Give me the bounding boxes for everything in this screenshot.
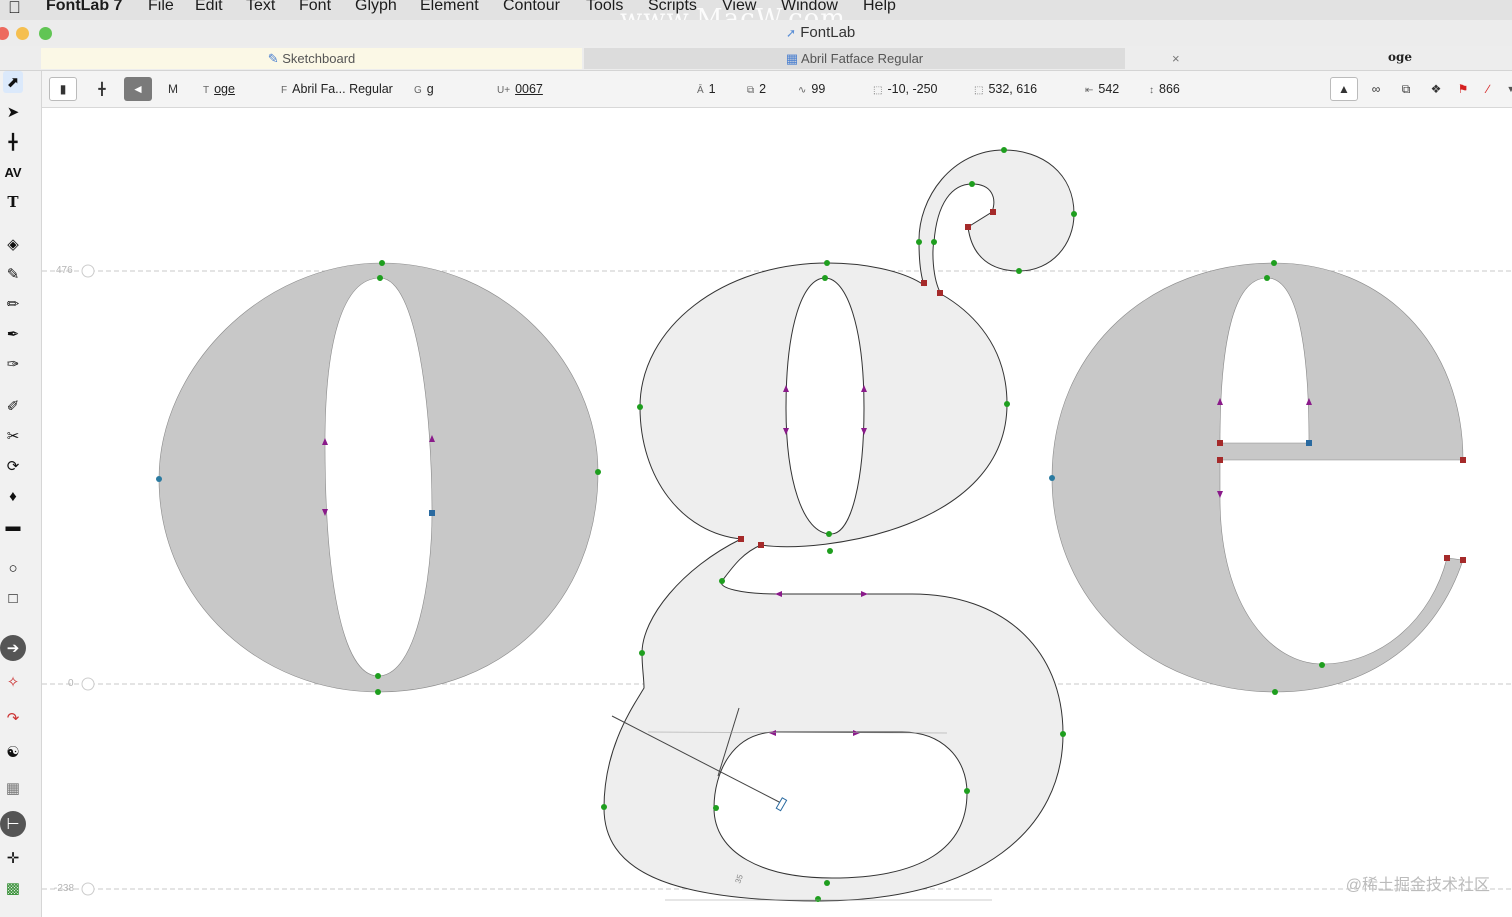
origin-icon: ⬚: [873, 85, 883, 96]
menu-glyph[interactable]: Glyph: [355, 0, 397, 15]
rapid-pen-icon[interactable]: ✑: [3, 353, 23, 375]
contours-count: ⧉ 2: [747, 82, 767, 96]
guide-tool-icon[interactable]: ⊢: [0, 811, 26, 837]
glyph-field[interactable]: Gg: [414, 82, 434, 96]
flag-icon[interactable]: ⚑: [1449, 77, 1477, 101]
menu-text[interactable]: Text: [246, 0, 275, 15]
height-field: ↕ 866: [1149, 82, 1180, 96]
glyph-e[interactable]: [1049, 260, 1466, 695]
text-field[interactable]: Toge: [203, 82, 235, 96]
juejin-watermark: @稀土掘金技术社区: [1345, 877, 1490, 894]
pencil-icon[interactable]: ✏: [3, 293, 23, 315]
eraser-icon[interactable]: ◈: [3, 233, 23, 255]
copy-icon[interactable]: ⧉: [1392, 77, 1420, 101]
advance-width-field[interactable]: ⇤ 542: [1085, 82, 1119, 96]
guide-lock-icon[interactable]: [81, 677, 95, 691]
size-icon: ⬚: [974, 85, 984, 96]
panel-toggle-icon[interactable]: ▮: [49, 77, 77, 101]
tab-font[interactable]: × ▦ Abril Fatface Regular: [584, 48, 1180, 69]
menu-font[interactable]: Font: [299, 0, 331, 15]
menu-app[interactable]: FontLab 7: [46, 0, 122, 15]
corner-tool-icon[interactable]: ↷: [3, 707, 23, 729]
tab-sketchboard[interactable]: ✎ Sketchboard: [41, 48, 582, 69]
scissors-icon[interactable]: ✂: [3, 425, 23, 447]
unicode-field[interactable]: U+ 0067: [497, 82, 543, 96]
bucket-icon[interactable]: ♦: [3, 485, 23, 507]
glyph-toolbar: ▮ ╋ ◄ M Toge F Abril Fa... Regular Gg U+ 0…: [41, 71, 1512, 108]
glyph-g[interactable]: 35: [601, 147, 1077, 902]
glyph-o[interactable]: [156, 260, 601, 695]
origin-field: ⬚ -10, -250: [873, 82, 938, 96]
menu-element[interactable]: Element: [420, 0, 479, 15]
kerning-mode-icon[interactable]: M: [159, 77, 187, 101]
glyph-preview: oge: [1387, 50, 1412, 64]
sidebearing-icon[interactable]: ◄: [124, 77, 152, 101]
kerning-icon[interactable]: AV: [3, 161, 23, 183]
baseline-label: 0: [68, 678, 74, 689]
glyph-canvas-svg[interactable]: 35: [42, 108, 1512, 917]
ellipse-icon[interactable]: ○: [3, 557, 23, 579]
grid-tab-icon: ▦: [785, 51, 799, 66]
menu-tools[interactable]: Tools: [586, 0, 623, 15]
title-bar: [0, 20, 1512, 46]
curve-tool-icon[interactable]: ➔: [0, 635, 26, 661]
menu-contour[interactable]: Contour: [503, 0, 560, 15]
align-icon[interactable]: ▲: [1330, 77, 1358, 101]
tab-bar: ✎ Sketchboard × ▦ Abril Fatface Regular …: [0, 46, 1512, 71]
xheight-label: 476: [56, 265, 73, 276]
brush-tab-icon: ✎: [267, 51, 279, 66]
close-tab-icon[interactable]: ×: [1172, 48, 1180, 69]
zoom-window-button[interactable]: [39, 27, 52, 40]
link-icon[interactable]: ∞: [1362, 77, 1390, 101]
width-icon: ⇤: [1085, 85, 1094, 96]
grid-icon[interactable]: ▦: [3, 777, 23, 799]
menu-file[interactable]: File: [148, 0, 174, 15]
rotate-icon[interactable]: ⟳: [3, 455, 23, 477]
guide-lock-icon[interactable]: [81, 882, 95, 896]
height-icon: ↕: [1149, 85, 1154, 96]
guide-lock-icon[interactable]: [81, 264, 95, 278]
green-tool-icon[interactable]: ▩: [3, 877, 23, 899]
stroke-tool-icon[interactable]: ✧: [3, 671, 23, 693]
contour-count-icon: ⧉: [747, 85, 755, 96]
pointer-icon[interactable]: ⬈: [3, 71, 23, 93]
contour-arrow-icon[interactable]: ➤: [3, 101, 23, 123]
tool-sidebar: ⬈ ➤ ╋ AV T ◈ ✎ ✏ ✒ ✑ ✐ ✂ ⟳ ♦ ▬ ○ □ ➔ ✧ ↷…: [0, 71, 42, 917]
rectangle-icon[interactable]: □: [3, 587, 23, 609]
menu-edit[interactable]: Edit: [195, 0, 223, 15]
cursor-doc-icon: ➚: [786, 26, 797, 40]
nodes-count: ∿ 99: [798, 82, 826, 96]
layers-count: Ā1: [697, 82, 716, 96]
ruler-icon[interactable]: ▬: [3, 515, 23, 537]
size-field: ⬚ 532, 616: [974, 82, 1038, 96]
text-icon[interactable]: T: [3, 191, 23, 213]
minimize-window-button[interactable]: [16, 27, 29, 40]
window-title: ➚ FontLab: [786, 24, 856, 41]
layer-icon: Ā: [697, 85, 704, 96]
knife-icon[interactable]: ✐: [3, 395, 23, 417]
node-count-icon: ∿: [798, 85, 807, 96]
align-nodes-icon[interactable]: ✛: [3, 847, 23, 869]
apple-icon[interactable]: : [8, 0, 21, 18]
descender-label: -238: [54, 883, 75, 894]
menubar:  FontLab 7 File Edit Text Font Glyph El…: [0, 0, 1512, 34]
pen-icon[interactable]: ✒: [3, 323, 23, 345]
paint-icon[interactable]: ❖: [1422, 77, 1450, 101]
brush-icon[interactable]: ✎: [3, 263, 23, 285]
metrics-icon[interactable]: ╋: [88, 77, 116, 101]
glyph-canvas[interactable]: 35 476 0 -238 @稀土掘金技术社区: [42, 108, 1512, 917]
chevron-down-icon[interactable]: ▼: [1497, 77, 1512, 101]
font-field[interactable]: F Abril Fa... Regular: [281, 82, 393, 96]
yin-yang-icon[interactable]: ☯: [3, 741, 23, 763]
metrics-icon[interactable]: ╋: [3, 131, 23, 153]
menu-help[interactable]: Help: [863, 0, 896, 15]
